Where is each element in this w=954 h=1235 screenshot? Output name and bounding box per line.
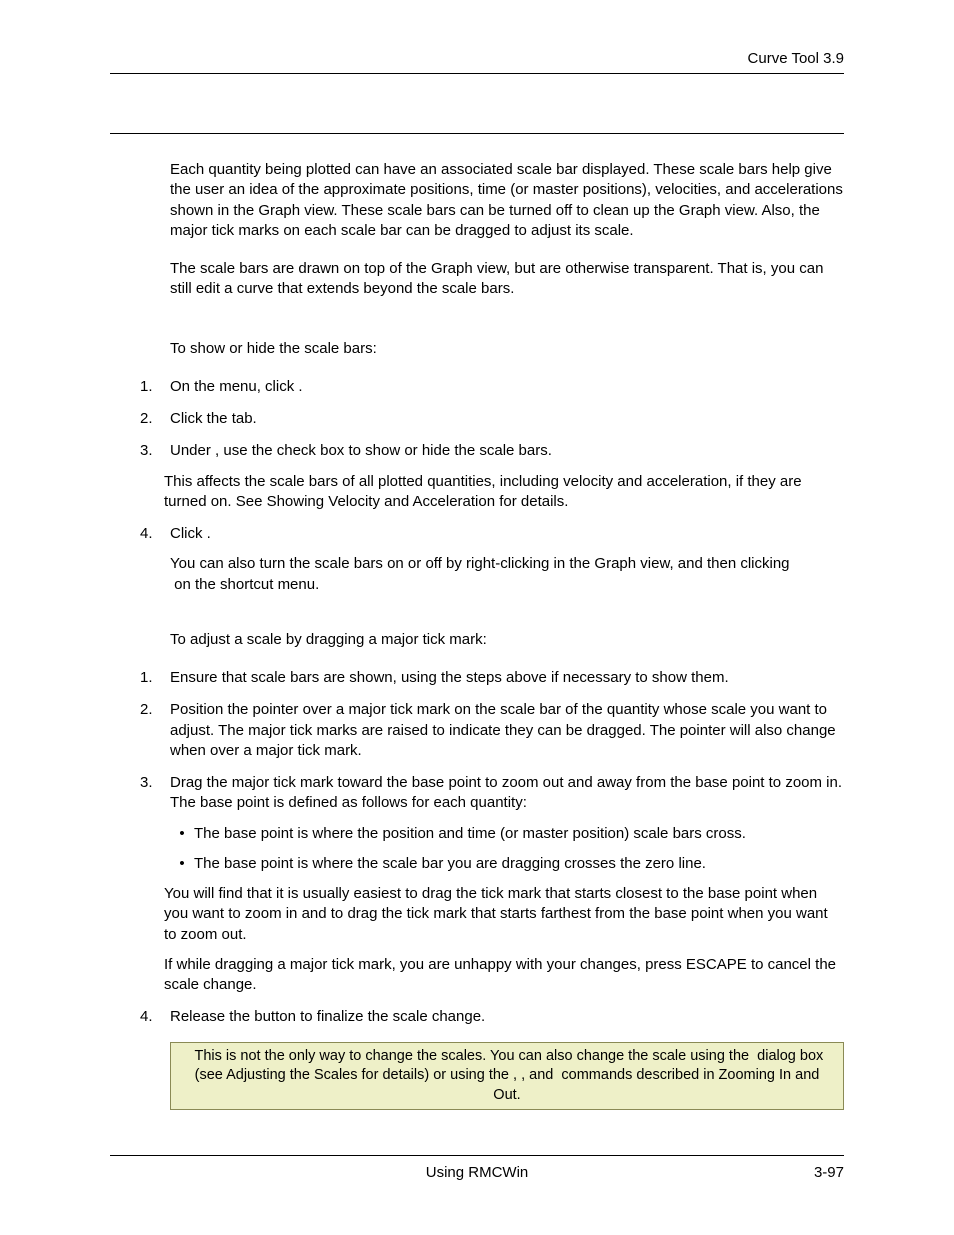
show-hide-steps: 1. On the menu, click . 2. Click the tab… [140,377,844,595]
bullet-icon: • [170,824,194,844]
step-4-follow-line1: You can also turn the scale bars on or o… [170,554,844,574]
step-3-follow: This affects the scale bars of all plott… [164,472,844,513]
step-content: Drag the major tick mark toward the base… [170,773,844,995]
intro-paragraph-1: Each quantity being plotted can have an … [170,160,844,241]
header-title: Curve Tool 3.9 [748,50,844,67]
adjust-lead: To adjust a scale by dragging a major ti… [170,630,844,650]
section-rule [110,133,844,134]
bullet-vel-accel: • The base point is where the scale bar … [170,854,844,874]
step-2: 2. Click the tab. [140,409,844,429]
step-number: 2. [140,700,170,761]
adjust-steps: 1. Ensure that scale bars are shown, usi… [140,668,844,1028]
step-content: Ensure that scale bars are shown, using … [170,668,844,688]
step-1: 1. On the menu, click . [140,377,844,397]
step-content: Under , use the check box to show or hid… [170,441,844,512]
adjust-step-3-follow-2: If while dragging a major tick mark, you… [164,955,844,996]
step-content: Click the tab. [170,409,844,429]
step-content: Release the button to finalize the scale… [170,1007,844,1027]
footer-center: Using RMCWin [110,1164,844,1181]
adjust-step-2: 2. Position the pointer over a major tic… [140,700,844,761]
step-3: 3. Under , use the check box to show or … [140,441,844,512]
page-footer: Using RMCWin 3-97 [110,1155,844,1181]
step-number: 4. [140,524,170,595]
intro-paragraph-2: The scale bars are drawn on top of the G… [170,259,844,300]
adjust-step-1: 1. Ensure that scale bars are shown, usi… [140,668,844,688]
bullet-position-time: • The base point is where the position a… [170,824,844,844]
adjust-step-4: 4. Release the button to finalize the sc… [140,1007,844,1027]
step-number: 1. [140,377,170,397]
bullet-icon: • [170,854,194,874]
adjust-step-3: 3. Drag the major tick mark toward the b… [140,773,844,995]
step-number: 4. [140,1007,170,1027]
step-4: 4. Click . You can also turn the scale b… [140,524,844,595]
adjust-step-3-follow-1: You will find that it is usually easiest… [164,884,844,945]
note-box: This is not the only way to change the s… [170,1042,844,1111]
step-number: 2. [140,409,170,429]
step-number: 1. [140,668,170,688]
step-content: Position the pointer over a major tick m… [170,700,844,761]
show-hide-lead: To show or hide the scale bars: [170,339,844,359]
step-content: On the menu, click . [170,377,844,397]
step-content: Click . You can also turn the scale bars… [170,524,844,595]
page: Curve Tool 3.9 Each quantity being plott… [0,0,954,1235]
base-point-bullets: • The base point is where the position a… [170,824,844,875]
step-4-follow-line2: on the shortcut menu. [170,575,844,595]
page-header: Curve Tool 3.9 [110,50,844,74]
